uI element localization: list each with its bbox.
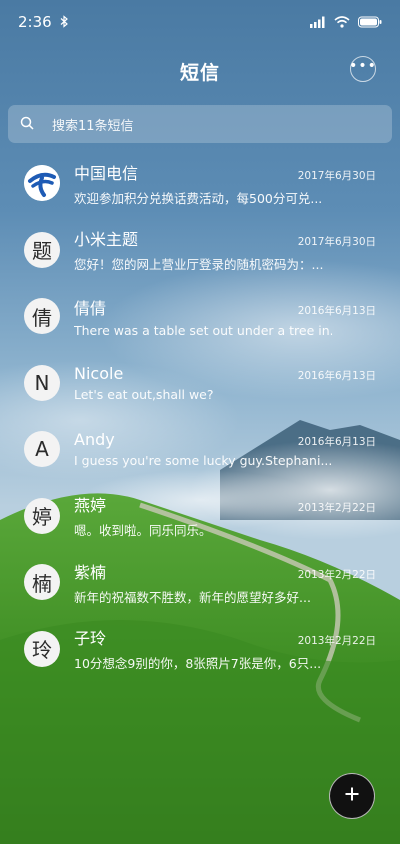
message-date: 2016年6月13日	[297, 369, 376, 382]
message-preview: There was a table set out under a tree i…	[74, 322, 332, 338]
conversation-item[interactable]: 中国电信 2017年6月30日 欢迎参加积分兑换话费活动，每500分可兑...	[0, 150, 400, 217]
new-message-button[interactable]	[329, 773, 375, 819]
search-placeholder: 搜索11条短信	[52, 118, 134, 134]
contact-avatar: 题	[24, 231, 60, 268]
china-telecom-logo-icon	[24, 165, 60, 202]
message-date: 2013年2月22日	[297, 568, 376, 581]
message-preview: 欢迎参加积分兑换话费活动，每500分可兑...	[74, 190, 323, 206]
conversation-item[interactable]: A Andy 2016年6月13日 I guess you're some lu…	[0, 416, 400, 483]
conversation-item[interactable]: 楠 紫楠 2013年2月22日 新年的祝福数不胜数，新年的愿望好多好...	[0, 549, 400, 616]
contact-name: 小米主题	[74, 230, 139, 250]
contact-avatar: 婷	[24, 497, 60, 534]
message-preview: 您好！您的网上营业厅登录的随机密码为：...	[74, 257, 324, 273]
message-preview: 嗯。收到啦。同乐同乐。	[74, 523, 212, 539]
search-icon	[20, 115, 34, 134]
contact-avatar: 倩	[24, 298, 60, 335]
contact-name: Andy	[74, 430, 115, 450]
contact-avatar: N	[24, 364, 60, 401]
search-bar[interactable]: 搜索11条短信	[8, 105, 392, 143]
message-preview: Let's eat out,shall we?	[74, 386, 214, 402]
more-options-button[interactable]: •••	[349, 56, 377, 82]
status-time: 2:36	[18, 13, 52, 31]
contact-name: 子玲	[74, 629, 107, 649]
contact-name: 倩倩	[74, 298, 107, 318]
conversation-item[interactable]: N Nicole 2016年6月13日 Let's eat out,shall …	[0, 350, 400, 417]
battery-icon	[358, 13, 382, 32]
message-date: 2013年2月22日	[297, 635, 376, 648]
plus-icon	[344, 786, 360, 806]
wifi-icon	[334, 13, 350, 32]
contact-name: 紫楠	[74, 562, 107, 582]
message-date: 2016年6月13日	[297, 304, 376, 317]
contact-avatar: A	[24, 431, 60, 468]
contact-avatar: 楠	[24, 564, 60, 601]
status-bar: 2:36	[0, 0, 400, 44]
conversation-item[interactable]: 倩 倩倩 2016年6月13日 There was a table set ou…	[0, 283, 400, 350]
message-preview: I guess you're some lucky guy.Stephani..…	[74, 453, 332, 469]
conversation-item[interactable]: 婷 燕婷 2013年2月22日 嗯。收到啦。同乐同乐。	[0, 483, 400, 550]
contact-name: 燕婷	[74, 496, 107, 516]
message-date: 2016年6月13日	[297, 436, 376, 449]
bluetooth-icon	[60, 13, 69, 32]
conversation-item[interactable]: 玲 子玲 2013年2月22日 10分想念9别的你，8张照片7张是你，6只...	[0, 616, 400, 683]
message-preview: 新年的祝福数不胜数，新年的愿望好多好...	[74, 589, 311, 605]
page-title: 短信	[179, 62, 220, 84]
conversation-item[interactable]: 题 小米主题 2017年6月30日 您好！您的网上营业厅登录的随机密码为：...	[0, 217, 400, 284]
more-icon: •••	[349, 58, 377, 74]
signal-icon	[310, 13, 326, 32]
contact-name: 中国电信	[74, 163, 139, 183]
message-date: 2013年2月22日	[297, 502, 376, 515]
header: 短信 •••	[0, 50, 400, 90]
contact-avatar: 玲	[24, 630, 60, 667]
message-date: 2017年6月30日	[297, 236, 376, 249]
conversation-list: 中国电信 2017年6月30日 欢迎参加积分兑换话费活动，每500分可兑... …	[0, 150, 400, 682]
message-preview: 10分想念9别的你，8张照片7张是你，6只...	[74, 656, 322, 672]
contact-name: Nicole	[74, 363, 124, 383]
message-date: 2017年6月30日	[297, 169, 376, 182]
